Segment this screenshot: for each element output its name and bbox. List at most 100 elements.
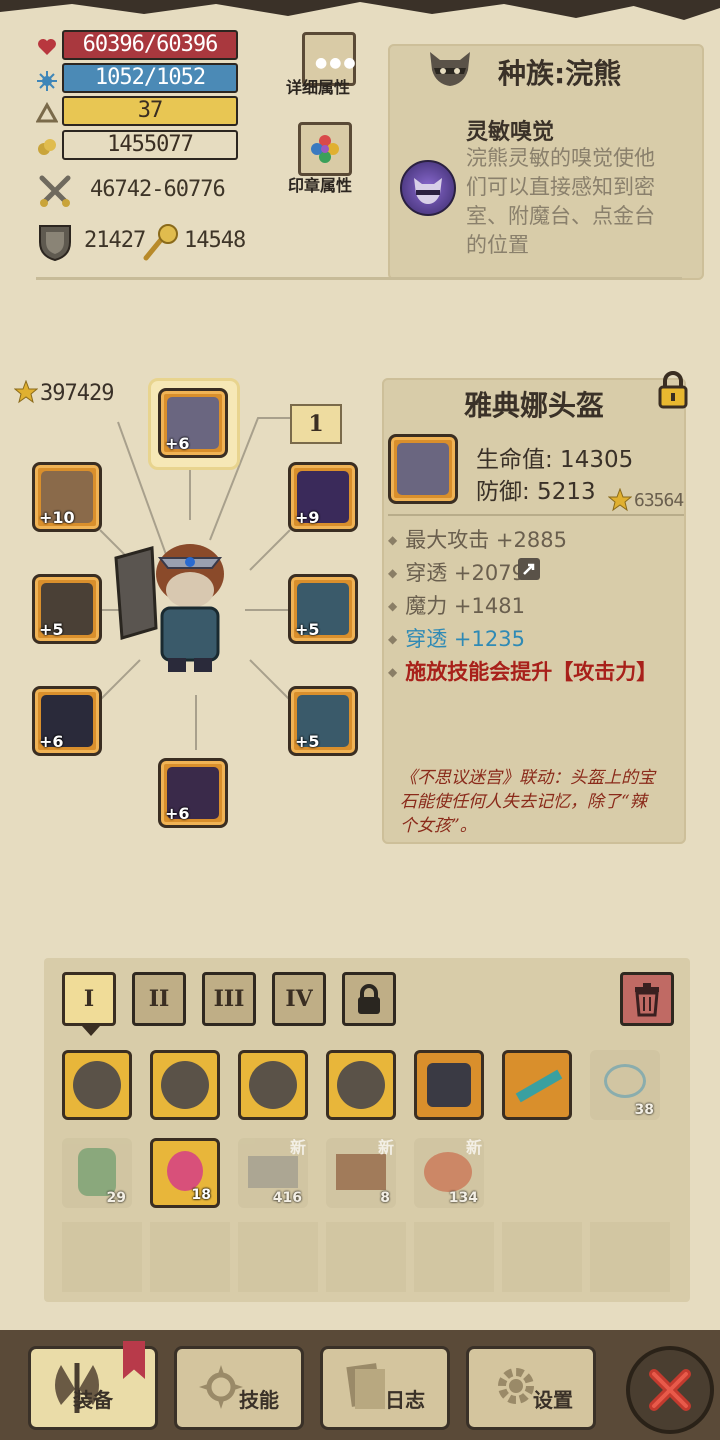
slot-boots[interactable]: +6 <box>158 758 228 828</box>
page-indicator[interactable]: 1 <box>290 404 342 444</box>
item-attr-special: 施放技能会提升【攻击力】 <box>388 656 657 686</box>
inventory-item[interactable]: 29 <box>62 1138 132 1208</box>
new-badge: 新 <box>289 1138 306 1157</box>
character-avatar <box>112 528 244 678</box>
torn-top-edge <box>0 0 720 20</box>
close-button[interactable] <box>626 1346 714 1434</box>
slot-helmet[interactable]: +6 <box>158 388 228 458</box>
level-icon <box>35 101 59 124</box>
slot-armor[interactable]: +5 <box>288 574 358 644</box>
divider <box>36 277 682 280</box>
nav-equip-button[interactable]: 装备 <box>28 1341 158 1430</box>
raccoon-skill-icon[interactable] <box>400 160 456 216</box>
slot-weapon[interactable]: +5 <box>32 574 102 644</box>
item-count: 29 <box>106 1190 126 1206</box>
magic-staff-icon <box>140 222 180 262</box>
nav-equip-label: 装备 <box>73 1388 113 1412</box>
nav-skills-button[interactable]: 技能 <box>174 1346 304 1430</box>
slot-level: +6 <box>165 804 190 823</box>
magic-value: 14548 <box>184 228 246 253</box>
race-skill-desc: 浣熊灵敏的嗅觉使他们可以直接感知到密室、附魔台、点金台的位置 <box>466 146 655 257</box>
trash-icon <box>635 983 659 1017</box>
attack-value: 46742-60776 <box>90 177 226 202</box>
defense-value: 21427 <box>84 228 146 253</box>
slot-gloves[interactable]: +6 <box>32 686 102 756</box>
mana-icon <box>36 70 58 92</box>
inventory-item[interactable]: 新 416 <box>238 1138 308 1208</box>
item-defense: 防御: 5213 <box>476 479 596 505</box>
seal-attrs-label: 印章属性 <box>288 176 353 195</box>
slot-level: +5 <box>295 732 320 751</box>
bag-tab-4[interactable]: IV <box>272 972 326 1026</box>
item-attr: 魔力 +1481 <box>388 590 525 620</box>
nav-log-button[interactable]: 日志 <box>320 1346 450 1430</box>
bag-tab-2[interactable]: II <box>132 972 186 1026</box>
lock-icon[interactable] <box>656 370 690 410</box>
item-count: 18 <box>191 1187 211 1203</box>
inventory-item[interactable] <box>414 1050 484 1120</box>
item-count: 8 <box>380 1190 390 1206</box>
slot-ring[interactable]: +10 <box>32 462 102 532</box>
mp-bar: 1052/1052 <box>62 63 238 93</box>
new-badge: 新 <box>465 1138 482 1157</box>
bag-tab-3[interactable]: III <box>202 972 256 1026</box>
seal-attrs-button[interactable] <box>298 122 352 176</box>
inventory-item[interactable] <box>62 1050 132 1120</box>
detail-attrs-label: 详细属性 <box>286 78 351 97</box>
level-bar: 37 <box>62 96 238 126</box>
slot-level: +10 <box>39 508 75 527</box>
equip-total-score: 397429 <box>40 381 114 406</box>
new-badge: 新 <box>377 1138 394 1157</box>
item-attr-highlight: 穿透 +1235 <box>388 623 525 653</box>
share-icon[interactable] <box>518 558 540 580</box>
race-skill-name: 灵敏嗅觉 <box>466 120 555 145</box>
item-hp: 生命值: 14305 <box>476 447 634 473</box>
bag-tab-1[interactable]: I <box>62 972 116 1026</box>
slot-skirt[interactable]: +5 <box>288 686 358 756</box>
inventory-item[interactable]: 新8 <box>326 1138 396 1208</box>
lock-icon <box>358 984 380 1014</box>
shield-icon <box>36 222 74 262</box>
slot-cape[interactable]: +9 <box>288 462 358 532</box>
inventory-item[interactable] <box>326 1050 396 1120</box>
crossed-swords-icon <box>36 172 74 210</box>
inventory-item[interactable] <box>150 1050 220 1120</box>
star-icon <box>13 379 39 404</box>
item-divider <box>388 514 684 516</box>
item-count: 38 <box>634 1102 654 1118</box>
active-tab-arrow <box>82 1026 100 1036</box>
flower-seal-icon <box>311 135 339 163</box>
item-count: 134 <box>448 1190 478 1206</box>
heart-icon <box>36 36 58 58</box>
inventory-item[interactable] <box>238 1050 308 1120</box>
item-lore: 《不思议迷宫》联动：头盔上的宝石能使任何人失去记忆，除了“辣个女孩”。 <box>400 768 655 836</box>
item-score-star-icon <box>607 487 633 512</box>
item-score: 63564 <box>634 490 684 511</box>
inventory-item[interactable] <box>502 1050 572 1120</box>
item-count: 416 <box>272 1190 302 1206</box>
close-icon <box>649 1369 691 1411</box>
item-preview-helmet <box>388 434 458 504</box>
nav-log-label: 日志 <box>385 1388 425 1412</box>
nav-skills-label: 技能 <box>239 1388 279 1412</box>
item-attr: 最大攻击 +2885 <box>388 524 567 554</box>
slot-level: +5 <box>295 620 320 639</box>
inventory-item[interactable]: 新 134 <box>414 1138 484 1208</box>
slot-level: +6 <box>165 434 190 453</box>
item-name: 雅典娜头盔 <box>463 389 604 422</box>
slot-level: +9 <box>295 508 320 527</box>
gold-icon <box>36 136 58 158</box>
slot-level: +6 <box>39 732 64 751</box>
race-title: 种族:浣熊 <box>498 57 622 90</box>
empty-inventory-row <box>62 1222 678 1292</box>
dots-icon: ●●● <box>315 55 358 71</box>
raccoon-icon <box>426 48 474 90</box>
nav-settings-button[interactable]: 设置 <box>466 1346 596 1430</box>
slot-level: +5 <box>39 620 64 639</box>
trash-button[interactable] <box>620 972 674 1026</box>
item-attr: 穿透 +2079 <box>388 557 525 587</box>
inventory-item[interactable]: 38 <box>590 1050 660 1120</box>
bag-tab-locked[interactable] <box>342 972 396 1026</box>
bookmark-icon <box>123 1341 145 1379</box>
inventory-item[interactable]: 18 <box>150 1138 220 1208</box>
